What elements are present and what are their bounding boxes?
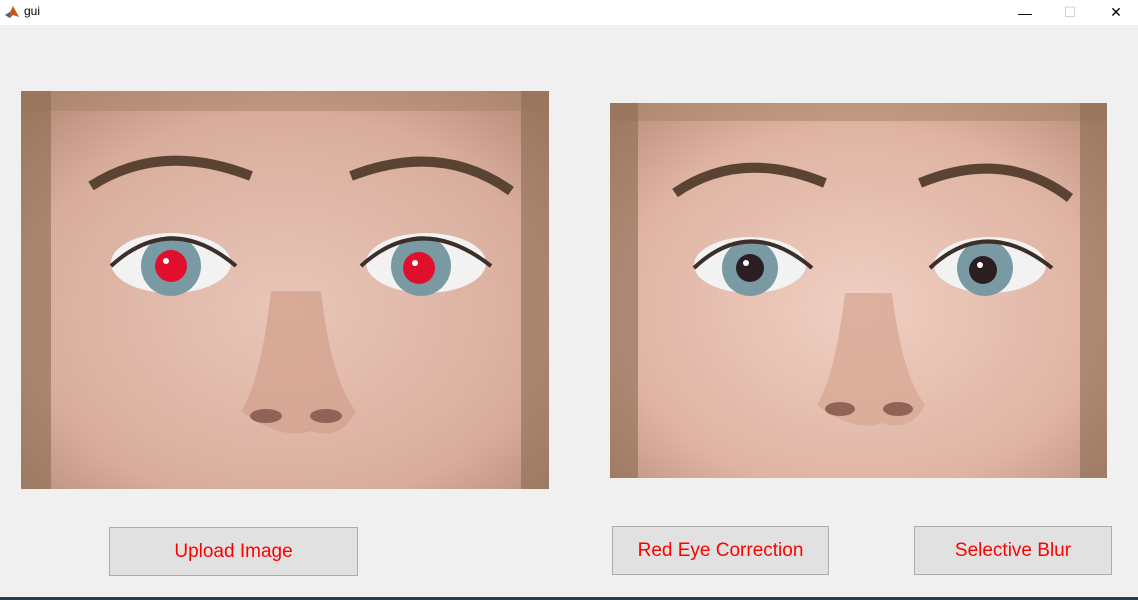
red-eye-correction-button[interactable]: Red Eye Correction [612,526,829,575]
close-button[interactable]: ✕ [1093,0,1138,25]
original-face-image [21,91,549,489]
selective-blur-button[interactable]: Selective Blur [914,526,1112,575]
window-title: gui [24,4,41,18]
matlab-icon [5,6,19,18]
upload-image-button[interactable]: Upload Image [109,527,358,576]
title-bar: gui — ☐ ✕ [0,0,1138,25]
maximize-icon: ☐ [1063,4,1077,20]
original-image-panel [21,91,549,489]
minimize-button[interactable]: — [1002,0,1048,25]
maximize-button[interactable]: ☐ [1047,0,1093,25]
corrected-face-image [610,103,1107,478]
corrected-image-panel [610,103,1107,478]
close-icon: ✕ [1110,4,1122,20]
minimize-icon: — [1018,4,1032,21]
